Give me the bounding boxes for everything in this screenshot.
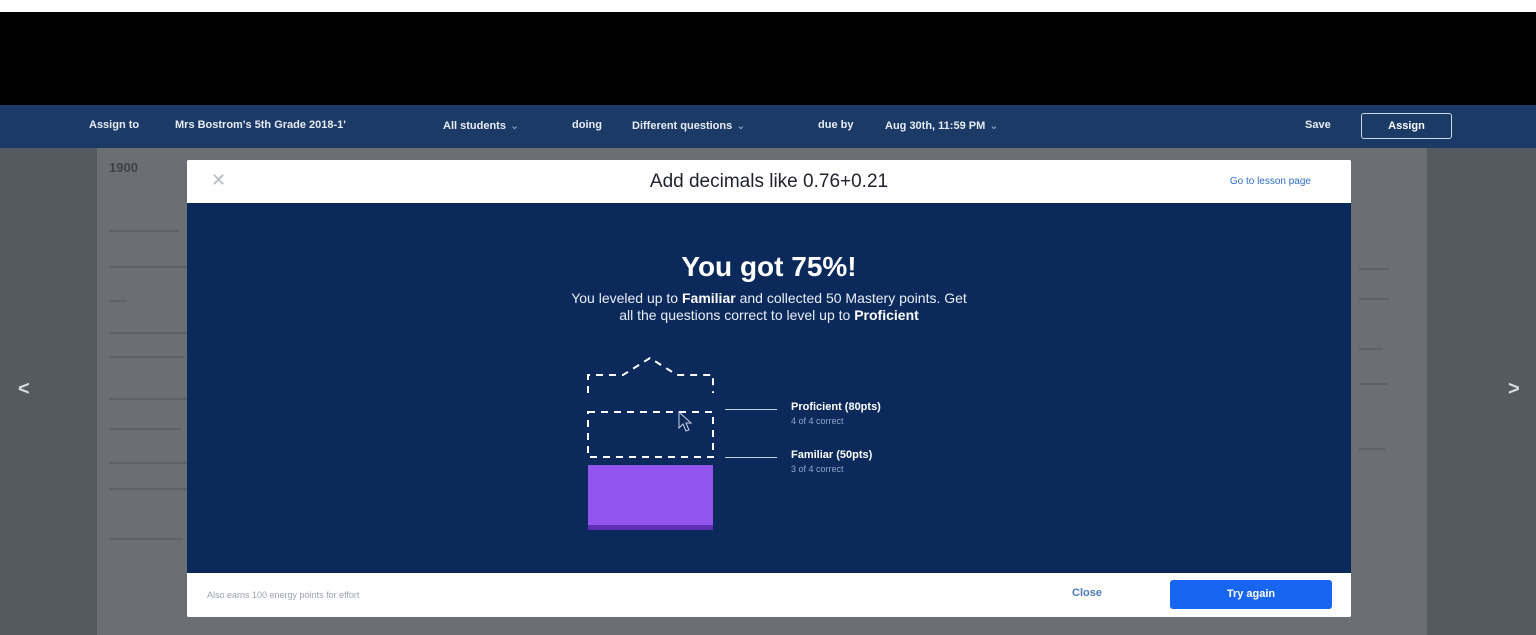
result-message: You leveled up to Familiar and collected… <box>569 290 969 324</box>
background-line <box>109 332 189 334</box>
energy-points-note: Also earns 100 energy points for effort <box>207 590 360 600</box>
score-headline: You got 75%! <box>681 251 857 282</box>
proficient-level-outline <box>587 411 714 458</box>
mastery-level-chart: Proficient (80pts) 4 of 4 correct Famili… <box>585 350 945 540</box>
background-line <box>109 538 183 540</box>
familiar-level-bar-edge <box>588 525 713 530</box>
level-name-familiar: Familiar (50pts) <box>791 449 873 461</box>
assign-bar: Assign to Mrs Bostrom's 5th Grade 2018-1… <box>0 105 1536 148</box>
class-selector[interactable]: Mrs Bostrom's 5th Grade 2018-1' <box>175 119 346 131</box>
cursor-icon <box>678 410 693 432</box>
background-line <box>109 230 179 232</box>
background-line <box>109 356 185 358</box>
modal-footer: Also earns 100 energy points for effort … <box>187 573 1351 617</box>
lesson-page-link[interactable]: Go to lesson page <box>1230 176 1311 187</box>
chevron-down-icon: ⌄ <box>736 120 746 132</box>
mastered-level-outline <box>587 356 714 393</box>
assign-to-label: Assign to <box>89 119 140 131</box>
students-label: All students <box>443 120 506 132</box>
next-level: Proficient <box>854 307 919 323</box>
chevron-right-icon[interactable]: > <box>1508 378 1520 401</box>
due-by-label: due by <box>818 119 854 131</box>
familiar-connector <box>725 457 777 458</box>
background-line <box>109 428 181 430</box>
level-name-proficient: Proficient (80pts) <box>791 401 881 413</box>
questions-label: Different questions <box>632 120 733 132</box>
practice-result-modal: ✕ Add decimals like 0.76+0.21 Go to less… <box>187 160 1351 617</box>
background-line <box>1359 348 1383 350</box>
assign-button[interactable]: Assign <box>1361 113 1452 139</box>
background-line <box>1359 448 1385 450</box>
save-button[interactable]: Save <box>1305 119 1331 131</box>
chevron-down-icon: ⌄ <box>509 120 520 132</box>
close-button[interactable]: Close <box>1072 587 1102 599</box>
due-date-label: Aug 30th, 11:59 PM <box>885 120 986 132</box>
background-line <box>1359 298 1389 300</box>
students-selector[interactable]: All students ⌄ <box>443 119 519 132</box>
message-text: You leveled up to <box>571 290 682 306</box>
background-line <box>109 462 197 464</box>
doing-label: doing <box>572 119 602 131</box>
level-requirement-familiar: 3 of 4 correct <box>791 464 844 474</box>
familiar-level-bar <box>588 465 713 529</box>
chevron-left-icon[interactable]: < <box>18 378 30 401</box>
background-title: 1900 <box>109 160 138 175</box>
background-line <box>109 300 127 302</box>
modal-title: Add decimals like 0.76+0.21 <box>649 171 889 192</box>
background-line <box>109 398 193 400</box>
due-date-selector[interactable]: Aug 30th, 11:59 PM ⌄ <box>885 119 998 132</box>
background-line <box>109 488 189 490</box>
modal-body: You got 75%! You leveled up to Familiar … <box>187 203 1351 573</box>
chevron-down-icon: ⌄ <box>989 120 999 132</box>
try-again-button[interactable]: Try again <box>1170 580 1332 609</box>
proficient-connector <box>725 409 777 410</box>
video-frame: Assign to Mrs Bostrom's 5th Grade 2018-1… <box>0 12 1536 635</box>
background-line <box>109 266 187 268</box>
level-requirement-proficient: 4 of 4 correct <box>791 416 844 426</box>
background-line <box>1359 268 1389 270</box>
level-reached: Familiar <box>681 290 736 306</box>
modal-header: ✕ Add decimals like 0.76+0.21 Go to less… <box>187 160 1351 203</box>
questions-selector[interactable]: Different questions ⌄ <box>632 119 745 132</box>
background-line <box>1359 383 1387 385</box>
mastery-bars-svg <box>587 356 714 530</box>
